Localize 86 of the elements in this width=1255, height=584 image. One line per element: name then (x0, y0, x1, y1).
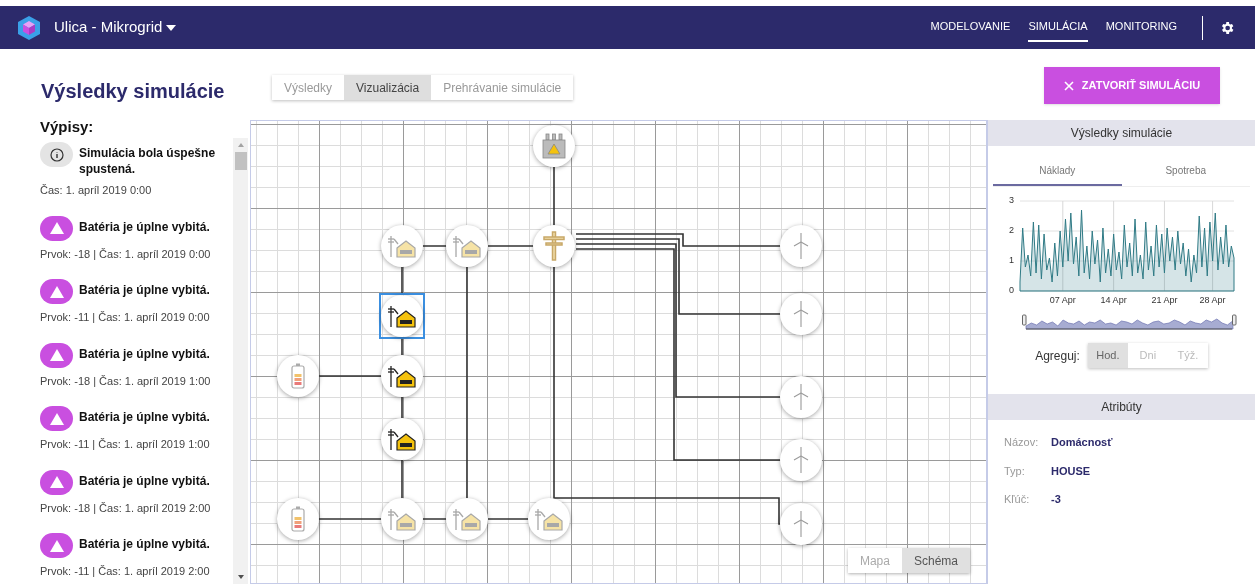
x-tick-label: 21 Apr (1151, 295, 1178, 305)
diagram-node[interactable] (275, 496, 321, 542)
x-tick-label: 07 Apr (1049, 295, 1076, 305)
wind-turbine-icon (793, 383, 809, 411)
attribute-value: -3 (1051, 492, 1061, 507)
diagram-canvas[interactable]: Mapa Schéma (250, 120, 987, 584)
diagram-node[interactable] (379, 353, 425, 399)
wind-turbine-icon (793, 446, 809, 474)
diagram-node[interactable] (531, 223, 577, 269)
log-heading: Výpisy: (40, 117, 95, 136)
log-message: Simulácia bola úspešne spustená. (79, 145, 217, 177)
log-detail: Prvok: -11 | Čas: 1. apríl 2019 2:00 (40, 564, 211, 579)
view-tab[interactable]: Výsledky (272, 75, 345, 100)
log-detail: Prvok: -18 | Čas: 1. apríl 2019 0:00 (40, 246, 212, 262)
results-tab[interactable]: Spotreba (1121, 156, 1250, 186)
diagram-node[interactable] (778, 291, 824, 337)
diagram-node[interactable] (444, 496, 490, 542)
range-navigator-drawing[interactable] (1022, 311, 1237, 333)
log-message: Batéria je úplne vybitá. (79, 282, 210, 298)
y-tick-label: 1 (1009, 255, 1014, 266)
log-message: Batéria je úplne vybitá. (79, 536, 210, 552)
diagram-node[interactable] (379, 293, 425, 339)
diagram-node[interactable] (379, 223, 425, 269)
warning-icon (40, 533, 73, 558)
warning-icon (40, 406, 73, 431)
view-tab[interactable]: Prehrávanie simulácie (431, 75, 574, 100)
nav-tab[interactable]: MONITORING (1105, 13, 1177, 42)
diagram-node[interactable] (778, 374, 824, 420)
log-detail: Prvok: -11 | Čas: 1. apríl 2019 0:00 (40, 310, 211, 325)
diagram-node[interactable] (379, 496, 425, 542)
aggregate-label: Agreguj: (1035, 347, 1080, 365)
transformer-icon (541, 133, 567, 159)
diagram-node[interactable] (778, 501, 824, 547)
battery-icon (291, 363, 305, 389)
page-title: Výsledky simulácie (41, 79, 226, 104)
wind-turbine-icon (793, 232, 809, 260)
power-pole-icon (543, 231, 565, 261)
info-icon (40, 142, 73, 167)
diagram-node[interactable] (778, 223, 824, 269)
attribute-label: Typ: (1004, 463, 1026, 479)
aggregate-option[interactable]: Hod. (1087, 343, 1128, 368)
warning-icon (40, 342, 73, 368)
attribute-value: Domácnosť (1051, 435, 1113, 450)
battery-icon (291, 506, 305, 532)
view-tab[interactable]: Vizualizácia (344, 75, 432, 100)
log-message: Batéria je úplne vybitá. (79, 345, 210, 362)
x-tick-label: 28 Apr (1199, 295, 1226, 305)
panel-header: Atribúty (988, 394, 1255, 420)
diagram-node[interactable] (444, 223, 490, 269)
diagram-node[interactable] (531, 123, 577, 169)
diagram-node[interactable] (379, 416, 425, 462)
diagram-node[interactable] (526, 496, 572, 542)
cube-logo-icon (16, 15, 42, 40)
close-icon (1063, 80, 1074, 91)
y-tick-label: 3 (1009, 195, 1014, 206)
diagram-node[interactable] (778, 437, 824, 483)
nav-tab[interactable]: SIMULÁCIA (1028, 13, 1088, 42)
settings-icon[interactable] (1219, 19, 1235, 36)
y-tick-label: 2 (1009, 225, 1014, 236)
close-simulation-button[interactable]: ZATVORIŤ SIMULÁCIU (1044, 67, 1220, 104)
project-menu[interactable]: Ulica - Mikrogrid (54, 16, 177, 39)
results-tab[interactable]: Náklady (993, 156, 1122, 186)
scrollbar[interactable] (233, 138, 248, 584)
nav-tab[interactable]: MODELOVANIE (930, 13, 1011, 42)
wind-turbine-icon (793, 510, 809, 538)
wind-turbine-icon (793, 300, 809, 328)
attribute-label: Názov: (1004, 435, 1040, 450)
y-tick-label: 0 (1009, 285, 1014, 296)
scrollbar-thumb[interactable] (234, 152, 247, 170)
log-detail: Prvok: -11 | Čas: 1. apríl 2019 1:00 (40, 437, 211, 452)
log-message: Batéria je úplne vybitá. (79, 472, 210, 489)
log-message: Batéria je úplne vybitá. (79, 409, 210, 425)
warning-icon (40, 215, 73, 241)
x-tick-label: 14 Apr (1100, 295, 1127, 305)
attribute-value: HOUSE (1051, 463, 1091, 479)
attribute-label: Kľúč: (1004, 492, 1031, 507)
warning-icon (40, 469, 73, 495)
log-detail: Prvok: -18 | Čas: 1. apríl 2019 1:00 (40, 373, 212, 389)
diagram-node[interactable] (275, 353, 321, 399)
log-message: Batéria je úplne vybitá. (79, 218, 210, 235)
view-toggle-option[interactable]: Schéma (901, 548, 970, 573)
log-detail: Prvok: -18 | Čas: 1. apríl 2019 2:00 (40, 500, 212, 516)
caret-icon (166, 24, 177, 31)
panel-header: Výsledky simulácie (988, 120, 1255, 146)
log-detail: Čas: 1. apríl 2019 0:00 (40, 183, 153, 198)
warning-icon (40, 279, 73, 304)
